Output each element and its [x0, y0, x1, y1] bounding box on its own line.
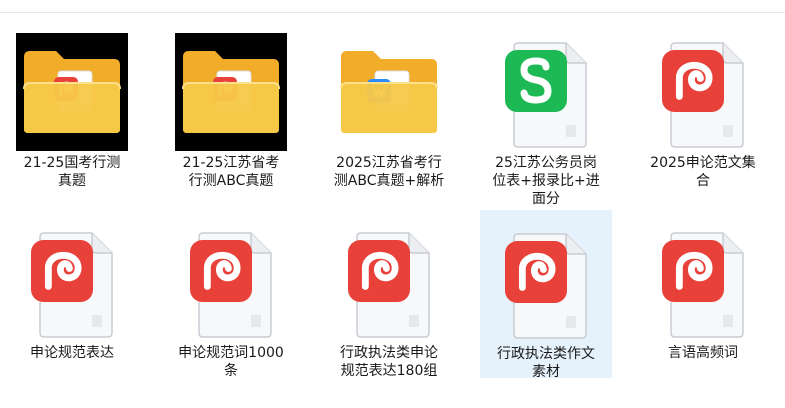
folder-icon [175, 33, 287, 151]
file-name: 2025江苏省考行 测ABC真题+解析 [325, 154, 453, 190]
file-name-line: 真题 [58, 173, 86, 189]
file-item-1[interactable]: 21-25国考行测 真题 [6, 20, 138, 190]
file-name-line: 言语高频词 [668, 345, 738, 361]
file-name-line: 行政执法类申论 [340, 345, 438, 361]
file-name-line: 位表+报录比+进 [492, 173, 600, 189]
file-name-line: 测ABC真题+解析 [333, 173, 445, 189]
pdf-file-icon [490, 224, 602, 342]
file-name-line: 合 [696, 173, 710, 189]
file-item-10[interactable]: 言语高频词 [637, 210, 769, 378]
file-name-line: 条 [224, 363, 238, 379]
file-name-line: 25江苏公务员岗 [495, 155, 597, 171]
pdf-file-icon [175, 223, 287, 341]
file-name: 言语高频词 [639, 344, 767, 362]
pdf-file-icon [16, 223, 128, 341]
file-name: 25江苏公务员岗 位表+报录比+进 面分 [482, 154, 610, 208]
spreadsheet-file-icon [490, 33, 602, 151]
file-name-line: 行测ABC真题 [188, 173, 274, 189]
file-item-4[interactable]: 25江苏公务员岗 位表+报录比+进 面分 [480, 20, 612, 207]
file-name: 行政执法类申论 规范表达180组 [325, 344, 453, 380]
file-name-line: 行政执法类作文 [497, 346, 595, 362]
file-name: 2025申论范文集 合 [639, 154, 767, 190]
file-name-line: 面分 [532, 191, 560, 207]
file-item-5[interactable]: 2025申论范文集 合 [637, 20, 769, 190]
file-grid: 21-25国考行测 真题 21-25江苏省考 行测ABC真题 2025江苏省考行… [0, 0, 785, 408]
file-item-6[interactable]: 申论规范表达 [6, 210, 138, 378]
file-name-line: 素材 [532, 364, 560, 380]
file-item-7[interactable]: 申论规范词1000 条 [165, 210, 297, 380]
file-item-9[interactable]: 行政执法类作文 素材 [480, 210, 612, 381]
file-name-line: 21-25江苏省考 [182, 155, 280, 171]
file-item-3[interactable]: 2025江苏省考行 测ABC真题+解析 [323, 20, 455, 190]
folder-icon [16, 33, 128, 151]
pdf-file-icon [647, 223, 759, 341]
file-name-line: 申论规范词1000 [178, 345, 284, 361]
file-name-line: 2025江苏省考行 [336, 155, 442, 171]
pdf-file-icon [333, 223, 445, 341]
file-name-line: 2025申论范文集 [650, 155, 756, 171]
file-name: 申论规范词1000 条 [167, 344, 295, 380]
file-name: 申论规范表达 [8, 344, 136, 362]
file-item-8[interactable]: 行政执法类申论 规范表达180组 [323, 210, 455, 380]
file-item-2[interactable]: 21-25江苏省考 行测ABC真题 [165, 20, 297, 190]
folder-icon [333, 33, 445, 151]
file-name: 21-25国考行测 真题 [8, 154, 136, 190]
file-name-line: 规范表达180组 [340, 363, 438, 379]
file-name: 行政执法类作文 素材 [483, 345, 609, 381]
file-name: 21-25江苏省考 行测ABC真题 [167, 154, 295, 190]
pdf-file-icon [647, 33, 759, 151]
file-name-line: 21-25国考行测 [23, 155, 121, 171]
file-name-line: 申论规范表达 [30, 345, 114, 361]
